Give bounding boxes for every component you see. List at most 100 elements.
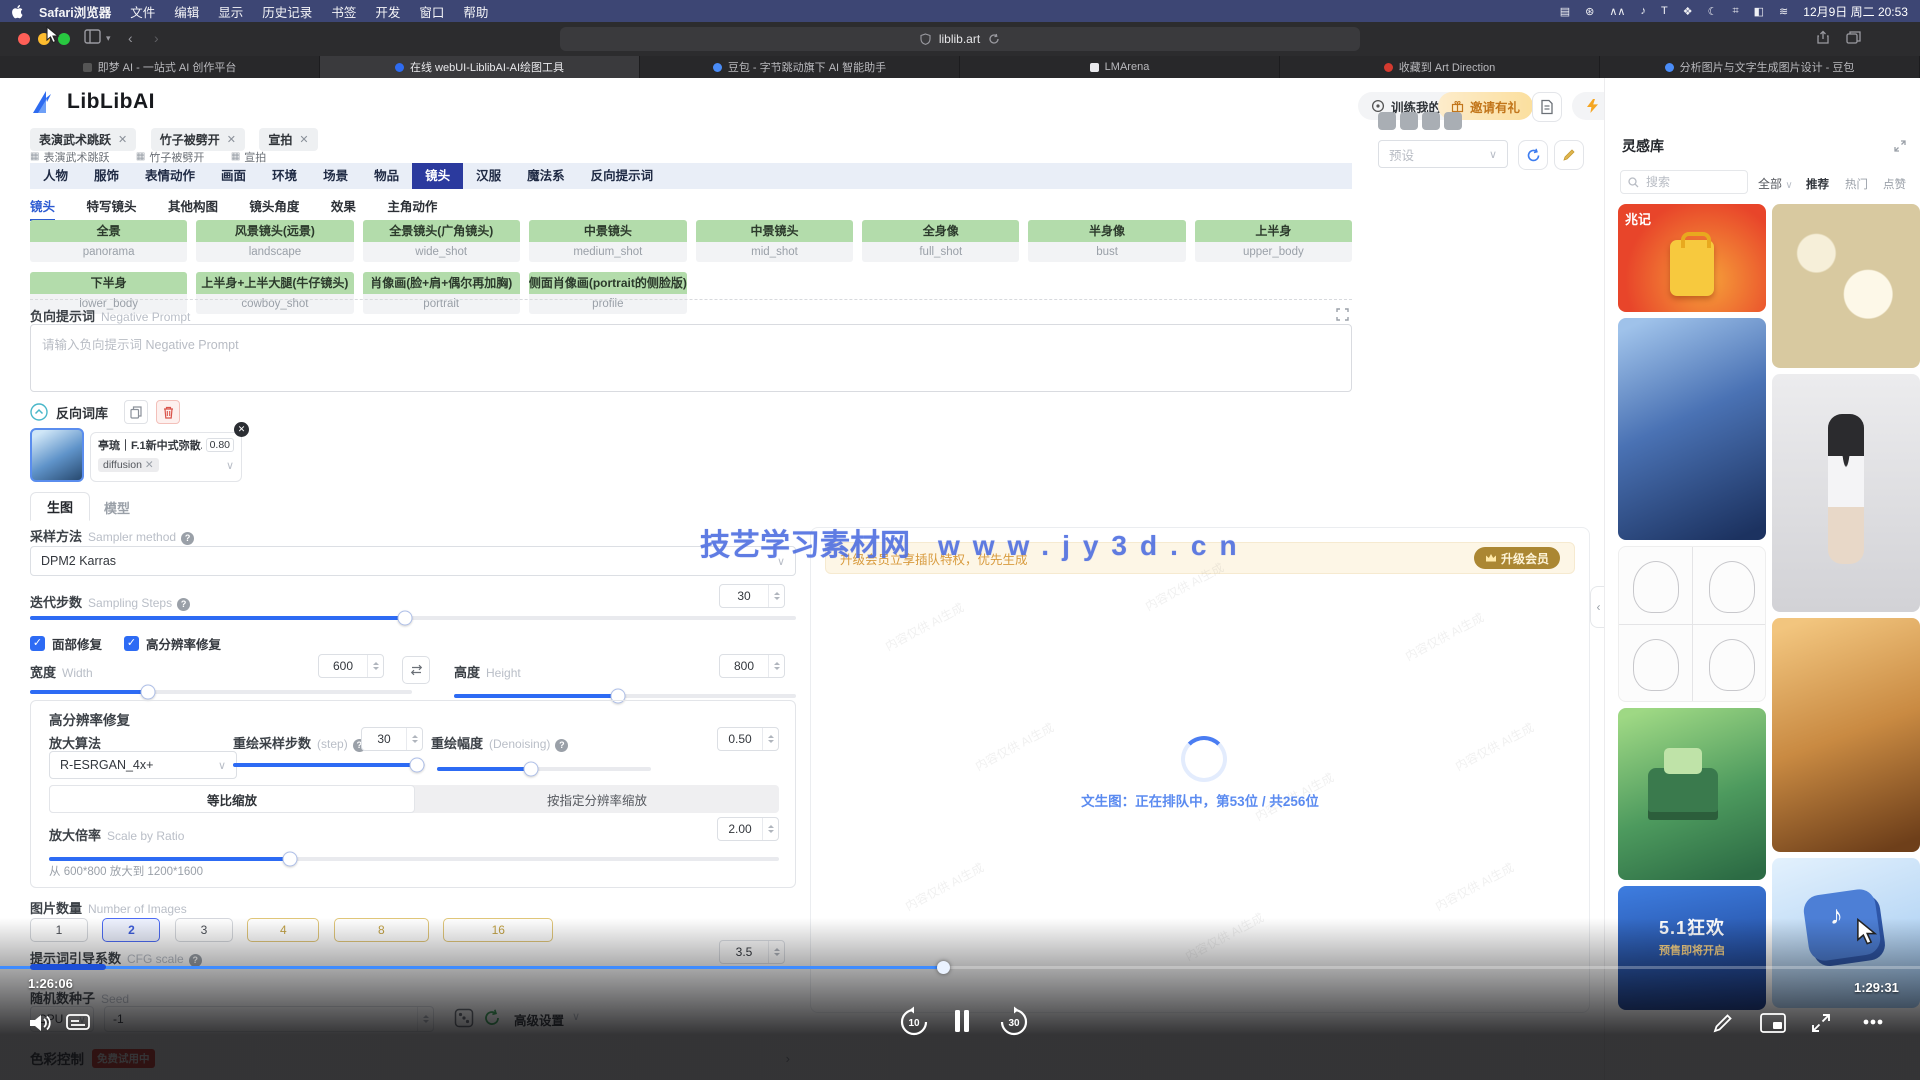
tab-expression[interactable]: 表情动作 [132,163,208,189]
delete-icon[interactable] [156,400,180,424]
back-button[interactable]: ‹ [128,30,133,46]
address-bar[interactable]: liblib.art [560,27,1360,51]
steps-stepper[interactable]: 30 [719,584,785,608]
slider-thumb[interactable] [524,762,539,777]
status-textexpander-icon[interactable]: T [1661,5,1668,17]
tab-doubao-analyze[interactable]: 分析图片与文字生成图片设计 - 豆包 [1600,56,1920,78]
seed-input[interactable]: -1 [104,1006,434,1032]
sidebar-chevron-icon[interactable]: ▾ [106,33,111,44]
close-window-button[interactable] [18,33,30,45]
shot-profile[interactable]: 侧面肖像画(portrait的侧脸版)profile [529,272,687,314]
color-control-row[interactable]: 色彩控制 免费试用中 › [30,1048,790,1068]
video-progress-thumb[interactable] [937,961,950,974]
gallery-image-green-train[interactable] [1618,708,1766,880]
gallery-image-51-promo[interactable]: 5.1狂欢 预售即将开启 [1618,886,1766,1010]
status-settings-icon[interactable]: ⊛ [1585,5,1594,18]
menu-view[interactable]: 显示 [218,2,243,21]
face-fix-checkbox[interactable]: ✓ [30,636,45,651]
shot-landscape[interactable]: 风景镜头(远景)landscape [196,220,353,262]
step-up-icon[interactable] [774,589,780,595]
count-4[interactable]: 4 [247,918,319,942]
gallery-search[interactable] [1620,170,1748,194]
slider-thumb[interactable] [282,852,297,867]
shot-panorama[interactable]: 全景panorama [30,220,187,262]
tab-clothes[interactable]: 服饰 [81,163,132,189]
chevron-right-icon[interactable]: › [786,1051,790,1066]
rewind-10-button[interactable]: 10 [898,1006,930,1038]
scale-by-resolution-tab[interactable]: 按指定分辨率缩放 [415,785,779,813]
sidebar-toggle-icon[interactable] [84,29,101,47]
scale-by-ratio-tab[interactable]: 等比缩放 [49,785,415,813]
menu-app-name[interactable]: Safari浏览器 [39,2,111,21]
shot-bust[interactable]: 半身像bust [1028,220,1185,262]
docs-button[interactable] [1532,92,1562,122]
model-weight[interactable]: 0.80 [206,438,234,452]
tab-liblib-active[interactable]: 在线 webUI-LiblibAI-AI绘图工具 [320,56,640,78]
tab-jimeng[interactable]: 即梦 AI - 一站式 AI 创作平台 [0,56,320,78]
menu-bookmarks[interactable]: 书签 [331,2,356,21]
refresh-button[interactable] [1518,140,1548,170]
model-card[interactable]: 亭琉｜F.1新中式弥散... 0.80 diffusion ✕ ∨ [90,432,242,482]
pip-icon[interactable] [1760,1013,1786,1033]
share-icon[interactable] [1816,30,1830,50]
fullscreen-icon[interactable] [1810,1012,1832,1034]
steps-slider[interactable] [30,616,796,620]
pause-button[interactable] [952,1008,972,1034]
ratio-stepper[interactable]: 2.00 [717,817,779,841]
hires-fix-checkbox[interactable]: ✓ [124,636,139,651]
height-stepper[interactable]: 800 [719,654,785,678]
tab-negative[interactable]: 反向提示词 [578,163,667,189]
subtab-camera[interactable]: 镜头 [30,200,55,221]
tab-model[interactable]: 模型 [104,498,130,517]
subtab-closeup[interactable]: 特写镜头 [86,200,136,219]
tab-collect[interactable]: 收藏到 Art Direction [1280,56,1600,78]
tab-object[interactable]: 物品 [361,163,412,189]
status-app-m-icon[interactable]: ∧∧ [1609,5,1625,18]
chevron-down-icon[interactable]: ∨ [226,459,234,472]
chevron-down-icon[interactable]: ∨ [572,1010,580,1023]
count-1[interactable]: 1 [30,918,88,942]
menu-window[interactable]: 窗口 [419,2,444,21]
model-tag-chip[interactable]: diffusion ✕ [98,458,159,472]
copy-icon[interactable] [124,400,148,424]
upgrade-member-button[interactable]: 升级会员 [1474,547,1560,569]
status-wifi-icon[interactable]: ≋ [1779,5,1788,18]
notes-button[interactable] [1554,140,1584,170]
gallery-search-input[interactable] [1644,174,1728,190]
shot-full[interactable]: 全身像full_shot [862,220,1019,262]
sampler-select[interactable]: DPM2 Karras∨ [30,546,796,576]
gallery-image-warrior[interactable] [1618,318,1766,540]
tab-lmarena[interactable]: LMArena [960,56,1280,78]
sort-recommended[interactable]: 推荐 [1806,176,1829,192]
status-grid-icon[interactable]: ⌗ [1732,5,1738,18]
gallery-image-sketches[interactable] [1618,546,1766,702]
menubar-clock[interactable]: 12月9日 周二 20:53 [1803,3,1908,20]
status-battery-icon[interactable]: ◧ [1754,5,1764,18]
tab-generate-active[interactable]: 生图 [30,492,90,521]
sort-liked[interactable]: 点赞 [1883,176,1906,192]
tab-scene[interactable]: 场景 [310,163,361,189]
upscaler-select[interactable]: R-ESRGAN_4x+∨ [49,751,237,779]
menu-file[interactable]: 文件 [130,2,155,21]
swap-dimensions-button[interactable] [402,656,430,684]
count-8[interactable]: 8 [334,918,429,942]
ratio-slider[interactable] [49,857,779,861]
shot-cowboy[interactable]: 上半身+上半大腿(牛仔镜头)cowboy_shot [196,272,353,314]
width-stepper[interactable]: 600 [318,654,384,678]
menu-history[interactable]: 历史记录 [262,2,312,21]
info-icon[interactable]: ? [177,598,190,611]
slider-thumb[interactable] [398,611,413,626]
reuse-seed-icon[interactable] [482,1008,502,1033]
hires-steps-stepper[interactable]: 30 [361,727,423,751]
denoising-slider[interactable] [437,767,651,771]
cfg-slider-fill[interactable] [30,964,106,970]
denoising-stepper[interactable]: 0.50 [717,727,779,751]
tab-magic[interactable]: 魔法系 [514,163,578,189]
subtitle-icon[interactable] [66,1014,90,1032]
model-remove-button[interactable]: ✕ [234,422,249,437]
negative-prompt-input[interactable] [30,324,1352,392]
remove-tag-icon[interactable]: ✕ [227,133,236,146]
volume-icon[interactable] [28,1012,54,1034]
info-icon[interactable]: ? [555,739,568,752]
tab-environment[interactable]: 环境 [259,163,310,189]
